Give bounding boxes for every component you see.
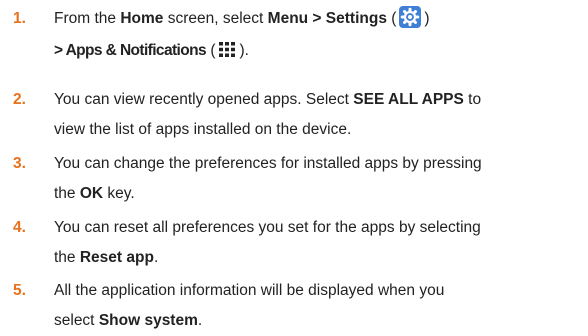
ok-key-label: OK (79, 185, 104, 202)
text-run: From the (54, 10, 121, 27)
show-system-label: Show system (98, 312, 198, 329)
step-line: the Reset app. (54, 243, 584, 273)
text-run: ( (206, 42, 216, 59)
see-all-apps-label: SEE ALL APPS (353, 91, 464, 108)
text-run: the (54, 249, 80, 266)
text-run: view the list of apps installed on the d… (54, 121, 352, 138)
step-text: You can reset all preferences you set fo… (54, 213, 584, 273)
reset-app-label: Reset app (79, 249, 154, 266)
text-run: All the application information will be … (54, 282, 445, 299)
step-line: From the Home screen, select Menu > Sett… (54, 4, 584, 34)
text-run: ) (424, 10, 430, 27)
step-line: > Apps & Notifications (). (54, 36, 584, 66)
step-line: You can view recently opened apps. Selec… (54, 85, 584, 115)
step-line: You can reset all preferences you set fo… (54, 213, 584, 243)
text-run: ). (239, 42, 249, 59)
text-run: screen, select (163, 10, 268, 27)
step-line: the OK key. (54, 179, 584, 209)
text-run: ( (386, 10, 397, 27)
text-run: . (153, 249, 159, 266)
step-number: 1. (13, 10, 26, 27)
step-text: From the Home screen, select Menu > Sett… (54, 4, 584, 66)
text-run: . (197, 312, 203, 329)
step-line: All the application information will be … (54, 276, 584, 306)
home-label: Home (120, 10, 164, 27)
step-number: 3. (13, 155, 26, 172)
step-text: You can view recently opened apps. Selec… (54, 85, 584, 145)
text-run: to (463, 91, 482, 108)
step-number: 5. (13, 282, 26, 299)
settings-gear-icon (399, 6, 422, 28)
step-number: 4. (13, 219, 26, 236)
step-text: You can change the preferences for insta… (54, 149, 584, 209)
step-number: 2. (13, 91, 26, 108)
step-line: view the list of apps installed on the d… (54, 115, 584, 145)
text-run: the (54, 185, 80, 202)
text-run: key. (103, 185, 135, 202)
apps-notifications-label: > Apps & Notifications (54, 42, 207, 59)
text-run: You can change the preferences for insta… (54, 155, 482, 172)
menu-settings-label: Menu > Settings (267, 10, 387, 27)
text-run: You can view recently opened apps. Selec… (54, 91, 354, 108)
app-grid-icon (219, 38, 236, 57)
step-text: All the application information will be … (54, 276, 584, 336)
step-line: select Show system. (54, 306, 584, 336)
text-run: You can reset all preferences you set fo… (54, 219, 481, 236)
step-line: You can change the preferences for insta… (54, 149, 584, 179)
text-run: select (54, 312, 99, 329)
